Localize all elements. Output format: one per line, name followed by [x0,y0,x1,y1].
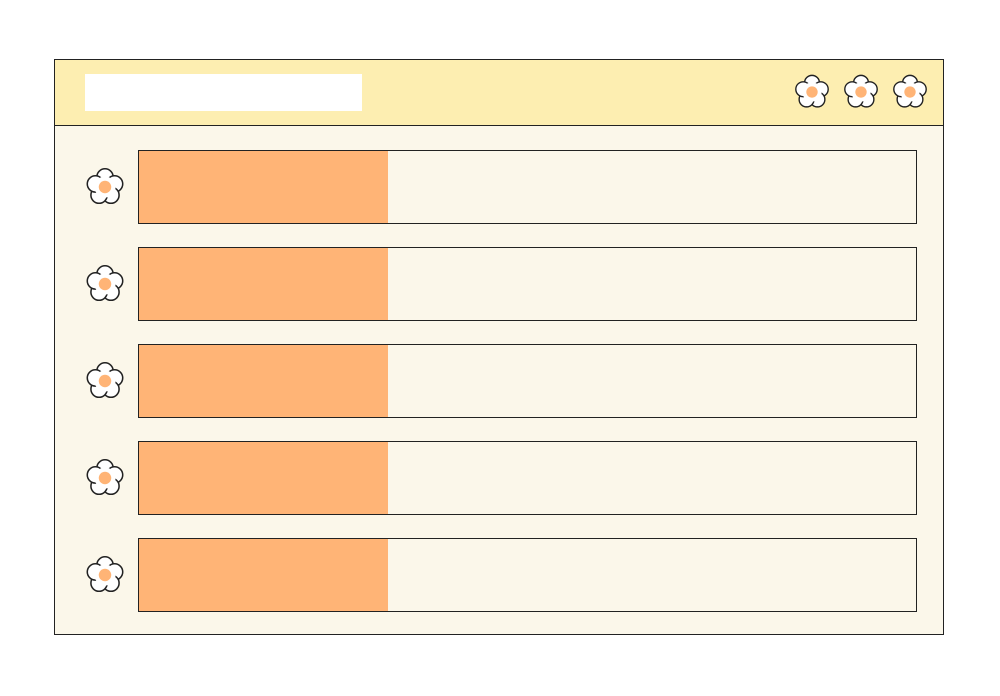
progress-bar [138,344,917,418]
list-item[interactable] [55,441,943,515]
list-item[interactable] [55,150,943,224]
address-bar[interactable] [85,74,362,111]
flower-icon [86,459,124,496]
flower-icon [86,265,124,302]
flower-icon[interactable] [840,71,882,113]
title-bar [55,60,943,126]
flower-icon [86,362,124,399]
progress-bar [138,150,917,224]
progress-bar-fill [139,345,388,417]
flower-icon [86,168,124,205]
flower-icon[interactable] [791,71,833,113]
progress-bar [138,538,917,612]
progress-bar-fill [139,248,388,320]
list-item[interactable] [55,538,943,612]
browser-window [54,59,944,635]
flower-icon[interactable] [889,71,931,113]
window-controls [791,71,931,113]
list-item[interactable] [55,344,943,418]
progress-bar [138,247,917,321]
progress-bar [138,441,917,515]
progress-bar-fill [139,539,388,611]
progress-bar-fill [139,442,388,514]
list-item[interactable] [55,247,943,321]
progress-bar-fill [139,151,388,223]
flower-icon [86,556,124,593]
